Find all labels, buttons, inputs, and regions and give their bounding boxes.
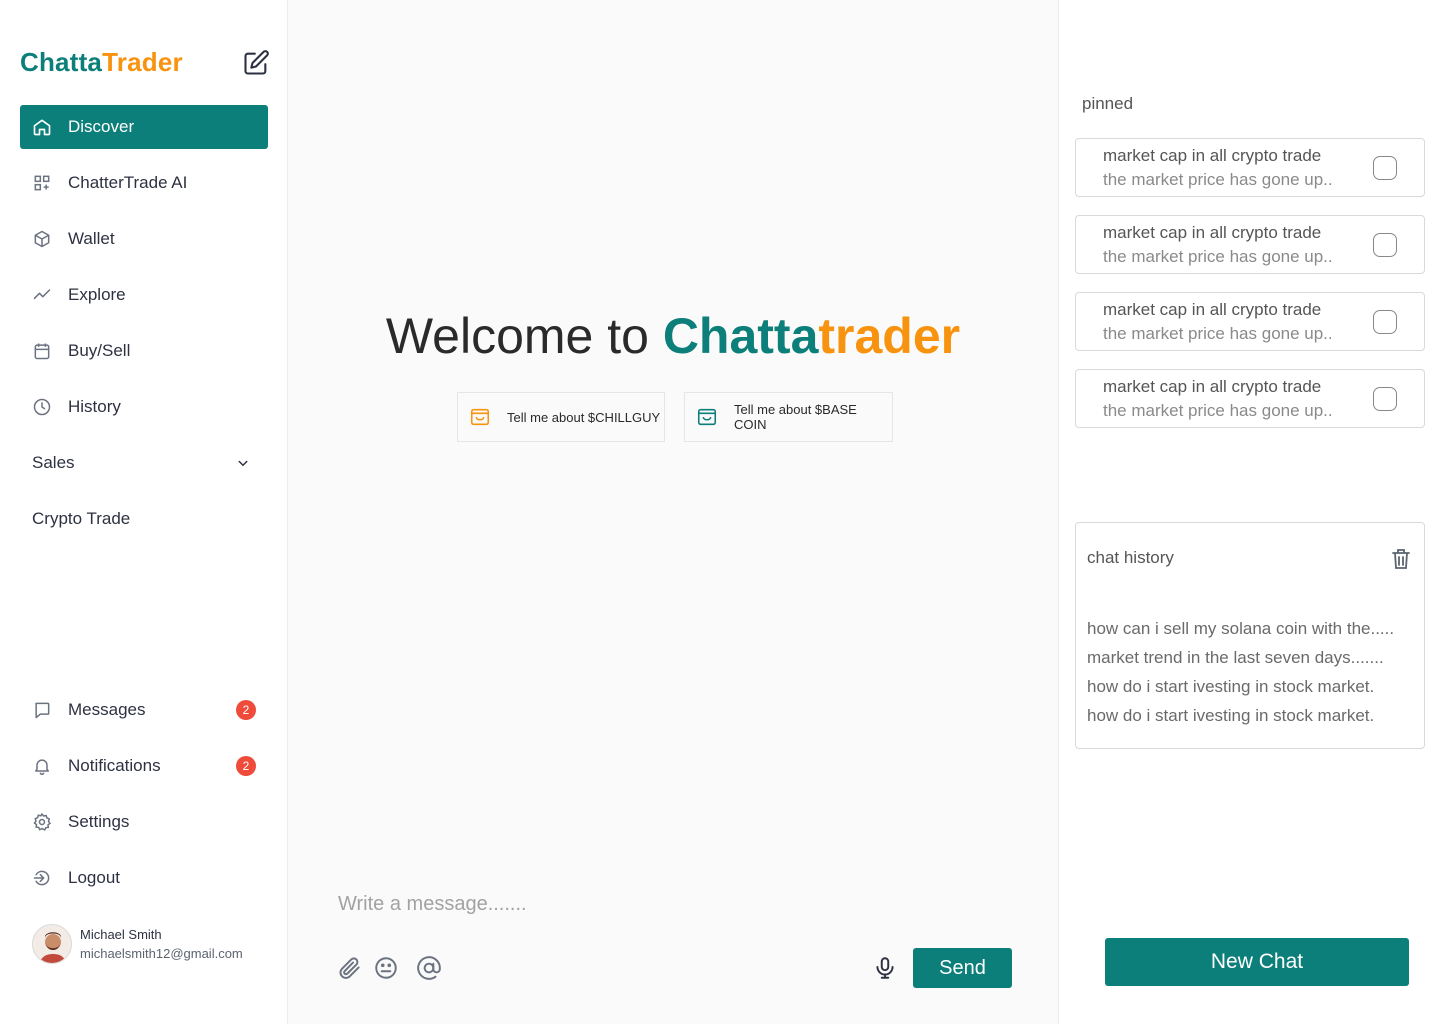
user-profile[interactable]: Michael Smith michaelsmith12@gmail.com [32, 924, 243, 964]
chat-history-item[interactable]: how do i start ivesting in stock market. [1087, 704, 1394, 733]
sidebar-item-label: Notifications [68, 756, 161, 775]
mention-icon[interactable] [416, 955, 442, 981]
chat-history-item[interactable]: how do i start ivesting in stock market. [1087, 675, 1394, 704]
pinned-chat-card[interactable]: market cap in all crypto trade the marke… [1075, 292, 1425, 351]
grid-plus-icon [32, 173, 52, 193]
chevron-down-icon[interactable] [234, 454, 252, 472]
sidebar-item-label: Buy/Sell [68, 341, 131, 360]
gear-icon [32, 812, 52, 832]
pinned-chat-title: market cap in all crypto trade [1103, 377, 1322, 396]
chat-history-heading: chat history [1087, 548, 1174, 567]
unread-badge: 2 [236, 700, 256, 720]
sidebar-item-label: Logout [68, 868, 120, 887]
sidebar-item-label: Discover [68, 117, 135, 136]
welcome-brand-part2: trader [818, 308, 961, 364]
sidebar-item-wallet[interactable]: Wallet [20, 217, 268, 261]
microphone-icon[interactable] [872, 955, 898, 981]
sidebar-item-chattertrade-ai[interactable]: ChatterTrade AI [20, 161, 268, 205]
sidebar-item-label: Settings [68, 812, 130, 831]
pinned-chat-preview: the market price has gone up.. [1103, 401, 1333, 420]
sidebar-item-label: Explore [68, 285, 126, 304]
suggestion-chillguy[interactable]: Tell me about $CHILLGUY [457, 392, 665, 442]
sidebar-item-label: Crypto Trade [32, 509, 131, 528]
trend-icon [32, 285, 52, 305]
sidebar-item-label: Sales [32, 453, 75, 472]
cube-icon [32, 229, 52, 249]
bell-icon [32, 756, 52, 776]
sidebar-item-history[interactable]: History [20, 385, 268, 429]
wallet-icon [469, 406, 491, 428]
right-panel: pinned market cap in all crypto trade th… [1058, 0, 1440, 1024]
pin-checkbox[interactable] [1373, 310, 1397, 334]
welcome-heading: Welcome to Chattatrader [288, 307, 1058, 365]
pinned-chat-preview: the market price has gone up.. [1103, 247, 1333, 266]
attachment-icon[interactable] [337, 955, 363, 981]
sidebar-item-label: Messages [68, 700, 146, 719]
sidebar: ChattaTrader Discover ChatterTrade AI Wa… [0, 0, 288, 1024]
pinned-chat-preview: the market price has gone up.. [1103, 170, 1333, 189]
sidebar-item-logout[interactable]: Logout [20, 856, 268, 900]
pin-checkbox[interactable] [1373, 156, 1397, 180]
trash-icon[interactable] [1391, 548, 1411, 570]
sidebar-item-label: ChatterTrade AI [68, 173, 188, 192]
user-name: Michael Smith [80, 927, 162, 942]
pin-checkbox[interactable] [1373, 233, 1397, 257]
logo-part-chatta: Chatta [20, 47, 103, 77]
send-button[interactable]: Send [913, 948, 1012, 988]
chat-main: Welcome to Chattatrader Tell me about $C… [288, 0, 1058, 1024]
sidebar-item-explore[interactable]: Explore [20, 273, 268, 317]
sidebar-item-discover[interactable]: Discover [20, 105, 268, 149]
avatar [32, 924, 72, 964]
suggestion-label: Tell me about $CHILLGUY [507, 409, 661, 425]
message-icon [32, 700, 52, 720]
wallet-icon [696, 406, 718, 428]
suggestion-base-coin[interactable]: Tell me about $BASE COIN [684, 392, 893, 442]
new-chat-edit-icon[interactable] [242, 49, 270, 77]
sidebar-item-settings[interactable]: Settings [20, 800, 268, 844]
chat-history-item[interactable]: market trend in the last seven days.....… [1087, 646, 1394, 675]
welcome-brand-part1: Chatta [662, 308, 819, 364]
sidebar-item-label: History [68, 397, 121, 416]
unread-badge: 2 [236, 756, 256, 776]
user-email: michaelsmith12@gmail.com [80, 946, 243, 961]
pinned-chat-card[interactable]: market cap in all crypto trade the marke… [1075, 369, 1425, 428]
emoji-icon[interactable] [373, 955, 399, 981]
chat-history-item[interactable]: how can i sell my solana coin with the..… [1087, 617, 1394, 646]
pinned-chat-card[interactable]: market cap in all crypto trade the marke… [1075, 215, 1425, 274]
pinned-chat-title: market cap in all crypto trade [1103, 300, 1322, 319]
sidebar-item-label: Wallet [68, 229, 115, 248]
pinned-chat-title: market cap in all crypto trade [1103, 146, 1322, 165]
sidebar-item-sales[interactable]: Sales [20, 441, 268, 485]
pinned-heading: pinned [1082, 94, 1134, 113]
welcome-prefix: Welcome to [385, 308, 663, 364]
pin-checkbox[interactable] [1373, 387, 1397, 411]
new-chat-button[interactable]: New Chat [1105, 938, 1409, 986]
sidebar-item-notifications[interactable]: Notifications 2 [20, 744, 268, 788]
message-input[interactable] [338, 886, 978, 922]
sidebar-item-messages[interactable]: Messages 2 [20, 688, 268, 732]
sidebar-item-crypto-trade[interactable]: Crypto Trade [20, 497, 268, 541]
pinned-chat-title: market cap in all crypto trade [1103, 223, 1322, 242]
sidebar-item-buy-sell[interactable]: Buy/Sell [20, 329, 268, 373]
logo-part-trader: Trader [102, 47, 183, 77]
app-logo[interactable]: ChattaTrader [20, 47, 183, 78]
suggestion-label: Tell me about $BASE COIN [734, 402, 857, 432]
chat-history-panel: chat history how can i sell my solana co… [1075, 522, 1425, 749]
clock-icon [32, 397, 52, 417]
calendar-icon [32, 341, 52, 361]
pinned-chat-card[interactable]: market cap in all crypto trade the marke… [1075, 138, 1425, 197]
chat-history-list: how can i sell my solana coin with the..… [1087, 617, 1394, 733]
pinned-chat-preview: the market price has gone up.. [1103, 324, 1333, 343]
home-icon [32, 117, 52, 137]
logout-icon [32, 868, 52, 888]
